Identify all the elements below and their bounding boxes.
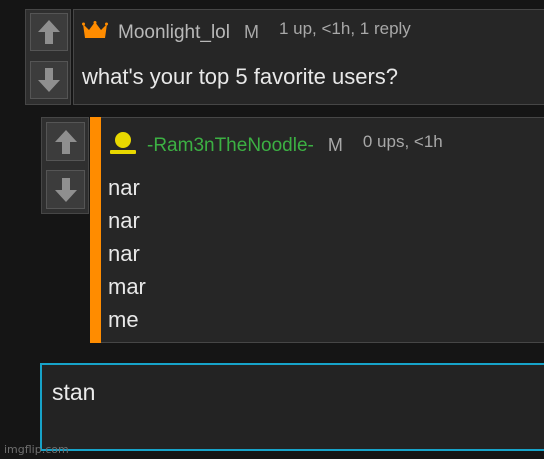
comment-text: what's your top 5 favorite users? <box>82 64 399 89</box>
arrow-up-icon <box>54 129 77 154</box>
user-icon <box>109 131 137 160</box>
watermark: imgflip.com <box>4 443 69 456</box>
comment-header: Moonlight_lol M 1 up, <1h, 1 reply <box>82 18 411 44</box>
reply-text: nar nar nar mar me <box>108 171 146 336</box>
reply-meta: 0 ups, <1h <box>362 131 443 151</box>
reply-input[interactable]: stan <box>40 363 544 451</box>
reply-line: me <box>108 307 139 332</box>
arrow-up-icon <box>38 20 60 44</box>
arrow-down-icon <box>54 177 77 202</box>
comment-vote-column <box>25 9 71 105</box>
downvote-button[interactable] <box>46 170 85 209</box>
reply-body: -Ram3nTheNoodle- M 0 ups, <1h nar nar na… <box>101 117 544 343</box>
reply-line: nar <box>108 241 140 266</box>
upvote-button[interactable] <box>30 13 68 51</box>
downvote-button[interactable] <box>30 61 68 99</box>
comment-meta: 1 up, <1h, 1 reply <box>278 18 411 38</box>
comment-username[interactable]: Moonlight_lol <box>118 22 230 44</box>
crown-icon <box>82 21 108 44</box>
reply-vote-column <box>41 117 89 214</box>
reply-username[interactable]: -Ram3nTheNoodle- <box>147 135 314 157</box>
reply-input-value: stan <box>52 379 96 405</box>
arrow-down-icon <box>38 68 60 92</box>
reply-gender: M <box>327 135 343 155</box>
upvote-button[interactable] <box>46 122 85 161</box>
comment-body: Moonlight_lol M 1 up, <1h, 1 reply what'… <box>73 9 544 105</box>
comment-thread: Moonlight_lol M 1 up, <1h, 1 reply what'… <box>0 0 544 459</box>
reply-line: nar <box>108 175 140 200</box>
reply-accent-bar <box>90 117 101 343</box>
reply-header: -Ram3nTheNoodle- M 0 ups, <1h <box>109 131 443 160</box>
reply-line: mar <box>108 274 146 299</box>
reply-line: nar <box>108 208 140 233</box>
comment-gender: M <box>243 22 259 42</box>
